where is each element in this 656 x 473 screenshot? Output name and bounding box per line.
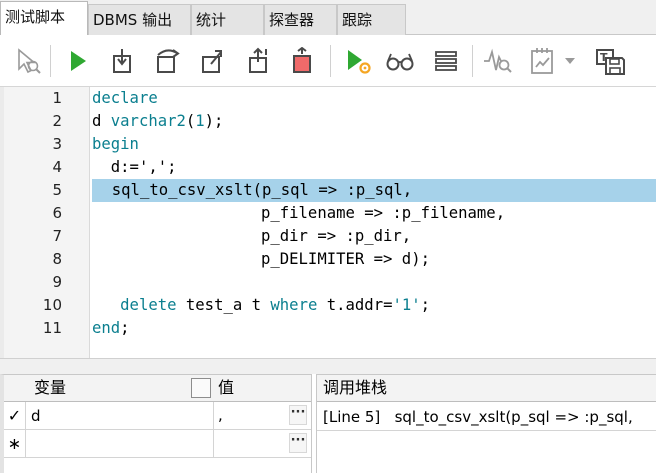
tab-bar: 测试脚本 DBMS 输出 统计 探查器 跟踪 [0, 0, 656, 36]
variable-value-text: , [218, 406, 223, 424]
line-number: 8 [52, 250, 62, 268]
line-number: 3 [52, 135, 62, 153]
code-line[interactable]: d varchar2(1); [91, 110, 656, 133]
code-editor[interactable]: 1 2 3 4 5 6 7 8 9 10 11 declare d varchar2(1); begin… [0, 87, 656, 358]
variable-value-cell[interactable]: ··· [215, 430, 311, 458]
tab-statistics[interactable]: 统计 [191, 4, 264, 35]
code-keyword: '1' [392, 296, 421, 314]
code-text: p_filename => :p_filename, [92, 204, 506, 222]
waveform-icon[interactable] [482, 45, 514, 77]
code-area[interactable]: declare d varchar2(1); begin d:=','; sql_t… [91, 87, 656, 358]
stack-icon[interactable] [430, 45, 462, 77]
variables-panel: 变量 值 ✓ d , ··· ∗ ··· [0, 374, 312, 473]
line-number: 4 [52, 158, 62, 176]
code-line[interactable]: begin [91, 133, 656, 156]
edit-value-button[interactable]: ··· [289, 433, 307, 453]
debug-toolbar: T [0, 35, 656, 87]
code-text: test_a t [176, 296, 271, 314]
code-text: ( [185, 112, 196, 130]
code-keyword: begin [92, 135, 139, 153]
line-number: 5 [52, 181, 62, 199]
report-icon[interactable] [526, 45, 558, 77]
debug-cursor-icon[interactable] [12, 45, 44, 77]
line-number-gutter: 1 2 3 4 5 6 7 8 9 10 11 [0, 87, 90, 358]
tab-trace[interactable]: 跟踪 [337, 4, 406, 35]
step-into-icon[interactable] [106, 45, 138, 77]
stop-icon[interactable] [286, 45, 318, 77]
code-keyword: where [270, 296, 318, 314]
variable-column-header[interactable]: 变量 [28, 375, 188, 402]
code-line[interactable]: d:=','; [91, 156, 656, 179]
variable-name-cell[interactable]: d [28, 402, 214, 430]
code-text: d [92, 112, 111, 130]
save-template-icon[interactable]: T [594, 45, 626, 77]
call-stack-panel: 调用堆栈 [Line 5] sql_to_csv_xslt(p_sql => :… [316, 374, 656, 473]
toolbar-separator [472, 45, 473, 77]
code-line[interactable]: p_filename => :p_filename, [91, 202, 656, 225]
step-over-icon[interactable] [152, 45, 184, 77]
tab-profiler[interactable]: 探查器 [264, 4, 337, 35]
line-number: 2 [52, 112, 62, 130]
variables-header: 变量 值 [4, 375, 311, 402]
run-icon[interactable] [62, 45, 94, 77]
code-text: d:=','; [92, 158, 177, 176]
variable-row[interactable]: ✓ d , ··· [4, 402, 311, 430]
code-text: ; [120, 319, 130, 337]
code-text: ; [420, 296, 431, 314]
line-number: 7 [52, 227, 62, 245]
run-to-exception-icon[interactable] [242, 45, 274, 77]
header-checkbox[interactable] [191, 378, 211, 398]
code-line[interactable] [91, 271, 656, 294]
variable-name-cell[interactable] [28, 430, 214, 458]
call-stack-header: 调用堆栈 [317, 375, 656, 402]
row-check-icon: ✓ [4, 402, 26, 430]
current-code-line[interactable]: sql_to_csv_xslt(p_sql => :p_sql, [92, 179, 656, 202]
tab-dbms-output[interactable]: DBMS 输出 [88, 4, 191, 35]
code-line[interactable]: p_DELIMITER => d); [91, 248, 656, 271]
code-text: p_DELIMITER => d); [92, 250, 430, 268]
code-line[interactable]: p_dir => :p_dir, [91, 225, 656, 248]
code-keyword: end [92, 319, 121, 337]
variable-value-cell[interactable]: , ··· [215, 402, 311, 430]
glasses-icon[interactable] [384, 45, 416, 77]
tab-test-script[interactable]: 测试脚本 [0, 1, 88, 36]
code-line[interactable]: delete test_a t where t.addr='1'; [91, 294, 656, 317]
code-line[interactable]: end; [91, 317, 656, 340]
tab-bar-filler [406, 4, 656, 35]
code-keyword: delete [120, 296, 177, 314]
new-row-icon: ∗ [4, 430, 26, 458]
code-text: sql_to_csv_xslt(p_sql => :p_sql, [93, 181, 413, 199]
code-keyword: 1 [195, 112, 205, 130]
call-stack-entry[interactable]: [Line 5] sql_to_csv_xslt(p_sql => :p_sql… [317, 403, 656, 431]
panel-splitter[interactable] [0, 358, 656, 374]
code-text: p_dir => :p_dir, [92, 227, 412, 245]
line-number: 9 [52, 273, 62, 291]
line-number: 1 [52, 89, 62, 107]
run-with-settings-icon[interactable] [342, 45, 374, 77]
code-text: ); [204, 112, 224, 130]
line-number: 6 [52, 204, 62, 222]
new-variable-row[interactable]: ∗ ··· [4, 430, 311, 458]
dropdown-icon[interactable] [560, 45, 580, 77]
toolbar-separator [330, 45, 331, 77]
value-column-header[interactable]: 值 [212, 375, 302, 402]
line-number: 11 [42, 319, 62, 337]
code-keyword: declare [92, 89, 158, 107]
edit-value-button[interactable]: ··· [289, 405, 307, 425]
toolbar-separator [50, 45, 51, 77]
code-text: t.addr= [317, 296, 393, 314]
line-number: 10 [42, 296, 62, 314]
code-keyword: varchar2 [110, 112, 186, 130]
code-line[interactable]: declare [91, 87, 656, 110]
step-out-icon[interactable] [196, 45, 228, 77]
